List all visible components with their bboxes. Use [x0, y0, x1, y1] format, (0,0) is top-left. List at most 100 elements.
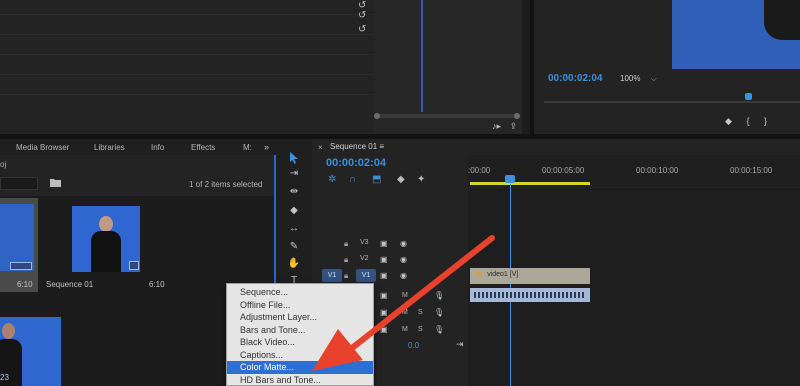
microphone-icon[interactable]: 🎙︎: [434, 325, 444, 334]
timeline-playhead[interactable]: [505, 175, 515, 183]
project-name: oj: [0, 160, 7, 169]
source-scrollbar[interactable]: [376, 114, 516, 118]
menu-item-captions[interactable]: Captions...: [227, 349, 373, 362]
sync-lock-icon[interactable]: ▣: [380, 325, 388, 334]
panel-divider: [0, 54, 374, 55]
pen-tool-icon[interactable]: ✎: [287, 241, 301, 253]
mix-volume-value[interactable]: 0.0: [408, 341, 419, 350]
razor-tool-icon[interactable]: ◆: [287, 205, 301, 217]
sync-lock-icon[interactable]: ▣: [380, 255, 388, 264]
linked-selection-icon[interactable]: ⬒: [372, 174, 381, 185]
work-area-bar[interactable]: [470, 182, 590, 185]
audio-clip[interactable]: [470, 288, 590, 302]
go-to-end-icon[interactable]: ⇥: [456, 339, 464, 350]
eye-icon[interactable]: ◉: [400, 239, 407, 248]
presenter-body: [91, 231, 121, 272]
chevron-down-icon: ⌵: [650, 74, 657, 83]
menu-item-bars-and-tone[interactable]: Bars and Tone...: [227, 324, 373, 337]
presenter-head: [99, 216, 113, 232]
track-label[interactable]: V2: [360, 255, 369, 262]
play-audio-icon[interactable]: ♪▸: [492, 121, 501, 131]
ruler-label: 00:00:15:00: [730, 166, 773, 175]
video-clip[interactable]: fx video1 [V]: [470, 268, 590, 284]
track-select-tool-icon[interactable]: ⇥: [287, 168, 301, 180]
program-timecode[interactable]: 00:00:02:04: [548, 73, 602, 84]
mute-button[interactable]: M: [402, 309, 408, 316]
solo-button[interactable]: S: [418, 326, 423, 333]
timeline-timecode[interactable]: 00:00:02:04: [326, 157, 386, 169]
clip-label: video1 [V]: [487, 271, 519, 278]
undo-icon[interactable]: ↺: [358, 24, 366, 35]
wrench-icon[interactable]: ✦: [417, 174, 425, 185]
search-input[interactable]: [0, 177, 38, 190]
snap-icon[interactable]: ∩: [349, 174, 356, 185]
mute-button[interactable]: M: [402, 326, 408, 333]
scrollbar-handle[interactable]: [374, 113, 380, 119]
sync-lock-icon[interactable]: ▣: [380, 239, 388, 248]
fx-badge-icon: fx: [476, 271, 483, 278]
more-tabs-icon[interactable]: »: [264, 142, 269, 152]
program-scrub-bar[interactable]: [544, 101, 800, 103]
tab-markers[interactable]: M:: [243, 143, 252, 152]
tab-info[interactable]: Info: [151, 143, 164, 152]
mark-in-icon[interactable]: {: [746, 116, 749, 126]
nest-toggle-icon[interactable]: ✲: [328, 174, 336, 185]
folder-icon[interactable]: [50, 178, 61, 187]
selection-tool-icon[interactable]: [287, 152, 301, 164]
hand-tool-icon[interactable]: ✋: [287, 258, 301, 270]
tab-sequence[interactable]: Sequence 01 ≡: [330, 142, 384, 151]
source-monitor-panel: [0, 0, 374, 134]
source-patch-v1[interactable]: V1: [322, 269, 342, 282]
lock-icon[interactable]: 🔒︎: [344, 271, 348, 281]
panel-divider: [0, 14, 374, 15]
microphone-icon[interactable]: 🎙︎: [434, 291, 444, 300]
mark-out-icon[interactable]: }: [764, 116, 767, 126]
menu-icon[interactable]: ≡: [379, 142, 384, 151]
lock-icon[interactable]: 🔒︎: [344, 255, 348, 265]
eye-icon[interactable]: ◉: [400, 255, 407, 264]
sync-lock-icon[interactable]: ▣: [380, 271, 388, 280]
export-icon[interactable]: ⇪: [510, 121, 518, 131]
add-marker-icon[interactable]: ◆: [397, 174, 405, 185]
tab-media-browser[interactable]: Media Browser: [16, 143, 69, 152]
sequence-name[interactable]: Sequence 01: [46, 280, 93, 289]
undo-icon[interactable]: ↺: [358, 10, 366, 21]
menu-item-adjustment-layer[interactable]: Adjustment Layer...: [227, 311, 373, 324]
track-target-v1[interactable]: V1: [356, 269, 376, 282]
track-header-v2: 🔒︎ V2 ▣ ◉: [312, 252, 468, 268]
microphone-icon[interactable]: 🎙︎: [434, 308, 444, 317]
eye-icon[interactable]: ◉: [400, 271, 407, 280]
solo-button[interactable]: S: [418, 309, 423, 316]
clip-thumbnail[interactable]: [0, 317, 61, 386]
slip-tool-icon[interactable]: ↔: [287, 223, 301, 235]
source-playhead-line: [421, 0, 423, 112]
clip-duration: 6:10: [17, 280, 33, 289]
add-marker-icon[interactable]: ◆: [725, 116, 732, 126]
menu-item-color-matte[interactable]: Color Matte...: [227, 361, 373, 374]
clip-type-badge-icon: [10, 262, 32, 270]
mute-button[interactable]: M: [402, 292, 408, 299]
sync-lock-icon[interactable]: ▣: [380, 291, 388, 300]
track-label[interactable]: V3: [360, 239, 369, 246]
panel-divider: [0, 34, 374, 35]
menu-item-black-video[interactable]: Black Video...: [227, 336, 373, 349]
menu-item-sequence[interactable]: Sequence...: [227, 286, 373, 299]
tab-libraries[interactable]: Libraries: [94, 143, 125, 152]
program-playhead[interactable]: [745, 93, 752, 100]
solo-button[interactable]: S: [418, 292, 423, 299]
zoom-level-select[interactable]: 100% ⌵: [620, 74, 657, 84]
ripple-edit-tool-icon[interactable]: ⇹: [287, 186, 301, 198]
lock-icon[interactable]: 🔒︎: [344, 239, 348, 249]
clip-thumbnail[interactable]: [0, 204, 34, 271]
ruler-label: 00:00:05:00: [542, 166, 585, 175]
new-item-context-menu: Sequence... Offline File... Adjustment L…: [226, 283, 374, 386]
close-icon[interactable]: ×: [318, 143, 323, 152]
menu-item-hd-bars-and-tone[interactable]: HD Bars and Tone...: [227, 374, 373, 386]
sync-lock-icon[interactable]: ▣: [380, 308, 388, 317]
scrollbar-handle[interactable]: [514, 113, 520, 119]
timeline-tracks-area[interactable]: [468, 188, 800, 386]
tab-effects[interactable]: Effects: [191, 143, 215, 152]
audio-waveform: [474, 292, 586, 298]
sequence-duration: 6:10: [149, 280, 165, 289]
menu-item-offline-file[interactable]: Offline File...: [227, 299, 373, 312]
